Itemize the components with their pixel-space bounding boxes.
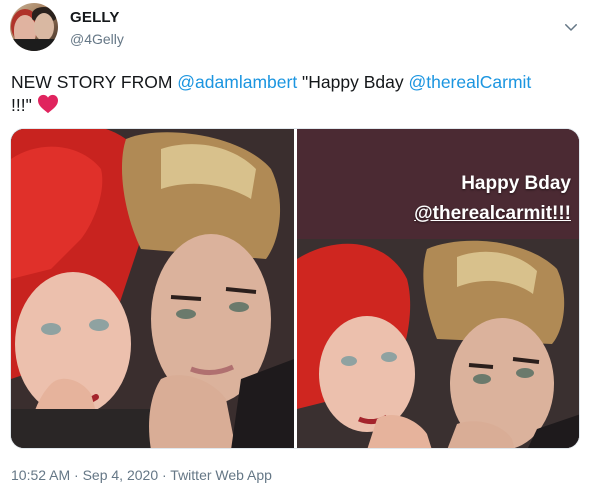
photo-left-artwork bbox=[11, 129, 294, 448]
story-overlay-mention: @therealcarmit!!! bbox=[414, 203, 571, 224]
tweet-text: NEW STORY FROM @adamlambert "Happy Bday … bbox=[11, 71, 581, 117]
media-container[interactable]: Happy Bday @therealcarmit!!! bbox=[10, 128, 580, 449]
display-name[interactable]: GELLY bbox=[70, 9, 120, 26]
mention-link-adamlambert[interactable]: @adamlambert bbox=[177, 72, 297, 92]
story-overlay-text: Happy Bday bbox=[461, 173, 571, 194]
mention-link-therealcarmit[interactable]: @therealCarmit bbox=[408, 72, 531, 92]
tweet-text-suffix: !!!" bbox=[11, 95, 32, 115]
tweet-text-middle: "Happy Bday bbox=[297, 72, 409, 92]
tweet-text-prefix: NEW STORY FROM bbox=[11, 72, 178, 92]
photo-left[interactable] bbox=[11, 129, 294, 448]
avatar[interactable] bbox=[10, 3, 58, 51]
tweet-card: GELLY @4Gelly NEW STORY FROM @adamlamber… bbox=[0, 0, 597, 492]
chevron-down-icon[interactable] bbox=[562, 18, 580, 36]
tweet-timestamp[interactable]: 10:52 AM · Sep 4, 2020 · Twitter Web App bbox=[11, 467, 272, 483]
red-heart-icon bbox=[37, 94, 58, 114]
photo-right[interactable]: Happy Bday @therealcarmit!!! bbox=[297, 129, 579, 448]
user-handle[interactable]: @4Gelly bbox=[70, 31, 124, 47]
